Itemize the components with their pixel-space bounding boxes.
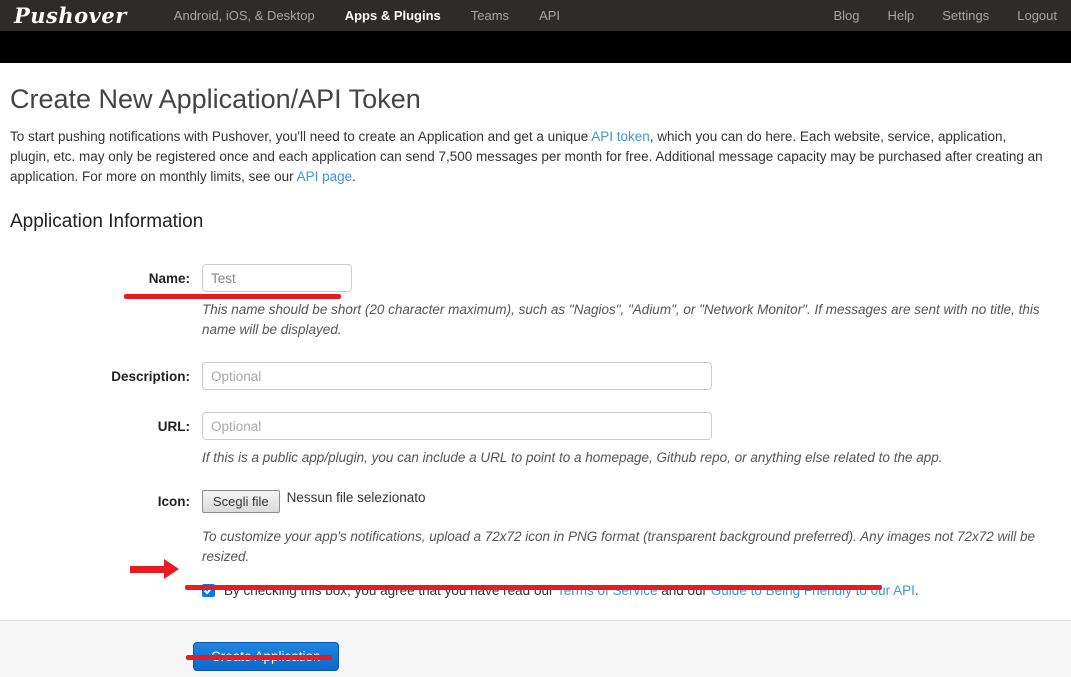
description-label: Description: — [111, 368, 190, 384]
terms-of-service-link[interactable]: Terms of Service — [557, 583, 658, 598]
description-row: Description: — [10, 362, 1046, 390]
pushover-logo[interactable]: Pushover — [14, 3, 127, 28]
nav-item-logout[interactable]: Logout — [1003, 8, 1071, 23]
top-nav: Pushover Android, iOS, & Desktop Apps & … — [0, 0, 1071, 31]
create-application-button[interactable]: Create Application — [193, 642, 339, 671]
icon-label: Icon: — [157, 494, 190, 509]
form-footer: Create Application — [0, 620, 1071, 677]
name-label: Name: — [148, 270, 190, 286]
intro-text-3: . — [352, 169, 356, 184]
section-title: Application Information — [10, 211, 204, 232]
agreement-text-2: and our — [657, 583, 711, 598]
intro-text-1: To start pushing notifications with Push… — [10, 129, 592, 144]
description-input[interactable] — [202, 362, 712, 390]
name-helper-text: This name should be short (20 character … — [202, 302, 1040, 337]
friendly-guide-link[interactable]: Guide to Being Friendly to our API — [711, 583, 915, 598]
url-label: URL: — [157, 418, 190, 434]
agreement-text-1: By checking this box, you agree that you… — [224, 583, 557, 598]
intro-paragraph: To start pushing notifications with Push… — [10, 127, 1046, 187]
nav-right-group: Blog Help Settings Logout — [819, 8, 1071, 23]
icon-helper-text: To customize your app's notifications, u… — [202, 529, 1036, 564]
api-page-link[interactable]: API page — [297, 169, 353, 184]
file-status-text: Nessun file selezionato — [286, 490, 426, 505]
nav-item-android-ios-desktop[interactable]: Android, iOS, & Desktop — [159, 8, 330, 23]
api-token-link[interactable]: API token — [591, 129, 650, 144]
black-banner-strip — [0, 31, 1071, 63]
page-title: Create New Application/API Token — [10, 84, 421, 114]
nav-item-apps-plugins[interactable]: Apps & Plugins — [330, 8, 456, 23]
url-helper-text: If this is a public app/plugin, you can … — [202, 450, 943, 465]
url-row: URL: — [10, 412, 1046, 440]
nav-item-teams[interactable]: Teams — [456, 8, 524, 23]
nav-item-help[interactable]: Help — [874, 8, 929, 23]
page: Pushover Android, iOS, & Desktop Apps & … — [0, 0, 1071, 677]
agreement-row: By checking this box, you agree that you… — [10, 583, 1046, 598]
name-input[interactable] — [202, 264, 352, 292]
icon-row: Icon: Scegli file Nessun file selezionat… — [10, 490, 1046, 513]
main-content: Create New Application/API Token To star… — [0, 84, 1071, 598]
agreement-text-3: . — [914, 583, 919, 598]
nav-item-settings[interactable]: Settings — [928, 8, 1003, 23]
agreement-text: By checking this box, you agree that you… — [224, 583, 919, 598]
terms-checkbox[interactable] — [202, 584, 215, 597]
name-row: Name: — [10, 264, 1046, 292]
choose-file-button[interactable]: Scegli file — [202, 490, 280, 513]
nav-item-api[interactable]: API — [524, 8, 575, 23]
nav-item-blog[interactable]: Blog — [819, 8, 873, 23]
url-input[interactable] — [202, 412, 712, 440]
